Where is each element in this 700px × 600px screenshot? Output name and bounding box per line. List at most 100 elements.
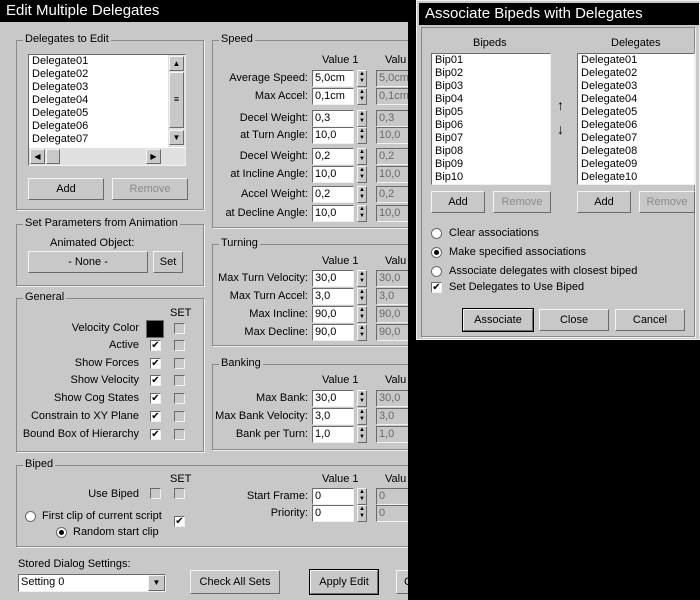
speed-value1-field[interactable]: 0,1cm bbox=[312, 88, 354, 105]
list-item[interactable]: Bip04 bbox=[432, 93, 550, 106]
list-item[interactable]: Delegate02 bbox=[29, 68, 185, 81]
speed-value1-field[interactable]: 10,0 bbox=[312, 205, 354, 222]
list-item[interactable]: Delegate01 bbox=[29, 55, 185, 68]
clip-set-checkbox[interactable]: ✔ bbox=[174, 516, 185, 527]
general-set-checkbox[interactable] bbox=[174, 358, 185, 369]
list-item[interactable]: Bip07 bbox=[432, 132, 550, 145]
list-item[interactable]: Delegate10 bbox=[578, 171, 694, 184]
speed-value1-field[interactable]: 10,0 bbox=[312, 166, 354, 183]
general-set-checkbox[interactable] bbox=[174, 411, 185, 422]
start-frame-spinner[interactable]: ▲ ▼ bbox=[357, 488, 367, 505]
speed-value2-field[interactable]: 0,3 bbox=[376, 110, 408, 127]
list-item[interactable]: Delegate01 bbox=[578, 54, 694, 67]
start-frame-value1-field[interactable]: 0 bbox=[312, 488, 354, 505]
turning-spinner[interactable]: ▲ ▼ bbox=[357, 324, 367, 341]
speed-spinner[interactable]: ▲ ▼ bbox=[357, 148, 367, 165]
list-item[interactable]: Bip10 bbox=[432, 171, 550, 184]
remove-delegate-button[interactable]: Remove bbox=[112, 178, 188, 200]
add-delegate-button[interactable]: Add bbox=[28, 178, 104, 200]
list-item[interactable]: Bip05 bbox=[432, 106, 550, 119]
speed-spinner[interactable]: ▲ ▼ bbox=[357, 127, 367, 144]
turning-value1-field[interactable]: 3,0 bbox=[312, 288, 354, 305]
general-option-checkbox[interactable]: ✔ bbox=[150, 358, 161, 369]
banking-value1-field[interactable]: 30,0 bbox=[312, 390, 354, 407]
start-frame-value2-field[interactable]: 0 bbox=[376, 488, 408, 505]
list-item[interactable]: Delegate09 bbox=[578, 158, 694, 171]
turning-value1-field[interactable]: 90,0 bbox=[312, 324, 354, 341]
speed-spinner[interactable]: ▲ ▼ bbox=[357, 166, 367, 183]
banking-spinner[interactable]: ▲ ▼ bbox=[357, 390, 367, 407]
turning-value2-field[interactable]: 90,0 bbox=[376, 324, 408, 341]
speed-spinner[interactable]: ▲ ▼ bbox=[357, 110, 367, 127]
banking-value2-field[interactable]: 30,0 bbox=[376, 390, 408, 407]
set-delegates-to-use-biped-checkbox[interactable]: ✔ bbox=[431, 282, 442, 293]
add-delegate-assoc-button[interactable]: Add bbox=[577, 191, 631, 213]
speed-value1-field[interactable]: 10,0 bbox=[312, 127, 354, 144]
general-set-checkbox[interactable] bbox=[174, 323, 185, 334]
scroll-left-icon[interactable]: ◀ bbox=[30, 149, 45, 164]
speed-value1-field[interactable]: 0,3 bbox=[312, 110, 354, 127]
general-option-checkbox[interactable]: ✔ bbox=[150, 393, 161, 404]
speed-spinner[interactable]: ▲ ▼ bbox=[357, 205, 367, 222]
close-partial-button[interactable]: C bbox=[396, 570, 408, 594]
turning-value2-field[interactable]: 3,0 bbox=[376, 288, 408, 305]
add-biped-button[interactable]: Add bbox=[431, 191, 485, 213]
list-item[interactable]: Bip01 bbox=[432, 54, 550, 67]
general-option-checkbox[interactable]: ✔ bbox=[150, 375, 161, 386]
priority-value1-field[interactable]: 0 bbox=[312, 505, 354, 522]
list-item[interactable]: Delegate05 bbox=[578, 106, 694, 119]
speed-value2-field[interactable]: 0,2 bbox=[376, 148, 408, 165]
general-option-checkbox[interactable]: ✔ bbox=[150, 429, 161, 440]
scroll-up-icon[interactable]: ▲ bbox=[169, 56, 184, 71]
list-item[interactable]: Delegate06 bbox=[578, 119, 694, 132]
use-biped-set-checkbox[interactable] bbox=[174, 488, 185, 499]
scroll-right-icon[interactable]: ▶ bbox=[146, 149, 161, 164]
speed-spinner[interactable]: ▲ ▼ bbox=[357, 70, 367, 87]
list-item[interactable]: Delegate04 bbox=[578, 93, 694, 106]
velocity-color-swatch[interactable] bbox=[146, 320, 164, 338]
list-item[interactable]: Delegate02 bbox=[578, 67, 694, 80]
general-option-checkbox[interactable]: ✔ bbox=[150, 340, 161, 351]
general-set-checkbox[interactable] bbox=[174, 375, 185, 386]
list-item[interactable]: Bip03 bbox=[432, 80, 550, 93]
list-item[interactable]: Delegate07 bbox=[29, 133, 185, 146]
turning-value2-field[interactable]: 90,0 bbox=[376, 306, 408, 323]
association-option-radio[interactable] bbox=[431, 228, 442, 239]
banking-value2-field[interactable]: 3,0 bbox=[376, 408, 408, 425]
remove-biped-button[interactable]: Remove bbox=[493, 191, 551, 213]
list-item[interactable]: Bip09 bbox=[432, 158, 550, 171]
list-item[interactable]: Delegate03 bbox=[29, 81, 185, 94]
association-option-radio[interactable] bbox=[431, 247, 442, 258]
delegates-horizontal-scrollbar[interactable]: ◀ ▶ bbox=[29, 148, 185, 165]
use-biped-checkbox[interactable] bbox=[150, 488, 161, 499]
list-item[interactable]: Delegate04 bbox=[29, 94, 185, 107]
move-up-arrow-icon[interactable]: ↑ bbox=[557, 97, 564, 113]
list-item[interactable]: Delegate08 bbox=[578, 145, 694, 158]
remove-delegate-assoc-button[interactable]: Remove bbox=[639, 191, 695, 213]
list-item[interactable]: Bip02 bbox=[432, 67, 550, 80]
speed-value2-field[interactable]: 0,2 bbox=[376, 186, 408, 203]
list-item[interactable]: Delegate06 bbox=[29, 120, 185, 133]
speed-value2-field[interactable]: 10,0 bbox=[376, 166, 408, 183]
cancel-button[interactable]: Cancel bbox=[615, 309, 685, 331]
turning-spinner[interactable]: ▲ ▼ bbox=[357, 288, 367, 305]
speed-value1-field[interactable]: 0,2 bbox=[312, 148, 354, 165]
first-clip-radio[interactable] bbox=[25, 511, 36, 522]
move-down-arrow-icon[interactable]: ↓ bbox=[557, 121, 564, 137]
speed-spinner[interactable]: ▲ ▼ bbox=[357, 186, 367, 203]
general-set-checkbox[interactable] bbox=[174, 340, 185, 351]
priority-value2-field[interactable]: 0 bbox=[376, 505, 408, 522]
random-start-clip-radio[interactable] bbox=[56, 527, 67, 538]
turning-spinner[interactable]: ▲ ▼ bbox=[357, 270, 367, 287]
apply-edit-button[interactable]: Apply Edit bbox=[309, 569, 379, 595]
animated-object-picker-button[interactable]: - None - bbox=[28, 251, 148, 273]
bipeds-list[interactable]: Bip01 Bip02 Bip03 Bip04 Bip05 Bip06 Bip07 Bip08… bbox=[431, 53, 551, 185]
set-animated-object-button[interactable]: Set bbox=[153, 251, 183, 273]
list-item[interactable]: Delegate07 bbox=[578, 132, 694, 145]
turning-value1-field[interactable]: 30,0 bbox=[312, 270, 354, 287]
banking-spinner[interactable]: ▲ ▼ bbox=[357, 408, 367, 425]
banking-value2-field[interactable]: 1,0 bbox=[376, 426, 408, 443]
turning-value2-field[interactable]: 30,0 bbox=[376, 270, 408, 287]
scroll-down-icon[interactable]: ▼ bbox=[169, 130, 184, 145]
speed-value2-field[interactable]: 10,0 bbox=[376, 127, 408, 144]
